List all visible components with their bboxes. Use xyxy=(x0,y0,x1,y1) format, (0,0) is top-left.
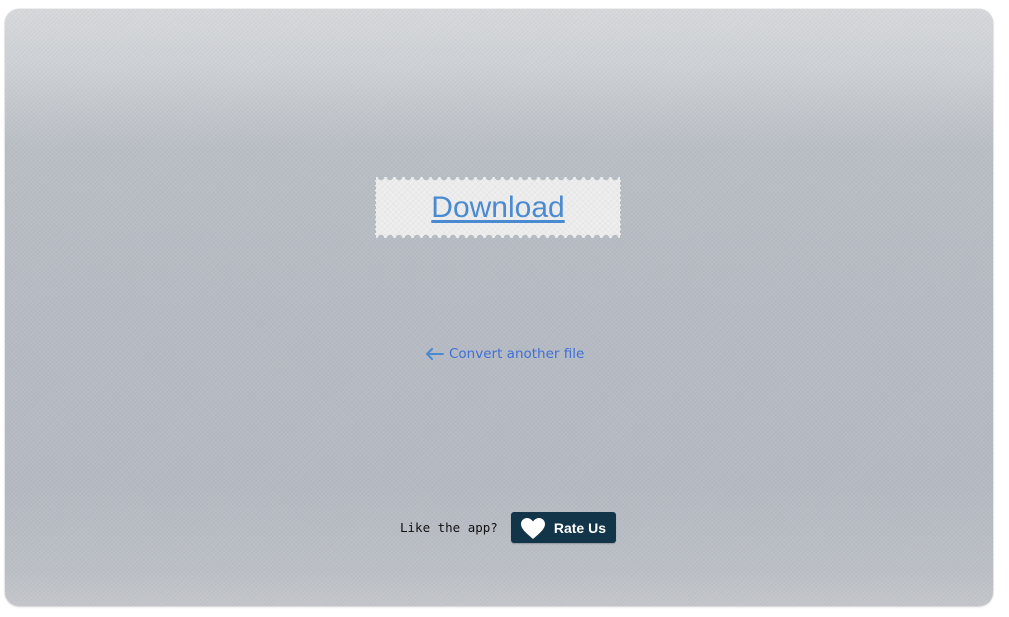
convert-another-file-label: Convert another file xyxy=(449,346,585,362)
download-link[interactable]: Download xyxy=(375,177,621,238)
like-the-app-text: Like the app? xyxy=(400,520,498,535)
rate-us-label: Rate Us xyxy=(553,519,606,536)
arrow-left-icon xyxy=(424,347,444,361)
heart-icon xyxy=(520,517,546,541)
rate-us-button[interactable]: Rate Us xyxy=(510,512,616,543)
convert-another-file-link[interactable]: Convert another file xyxy=(424,344,584,364)
rate-section: Like the app? Rate Us xyxy=(400,512,616,543)
